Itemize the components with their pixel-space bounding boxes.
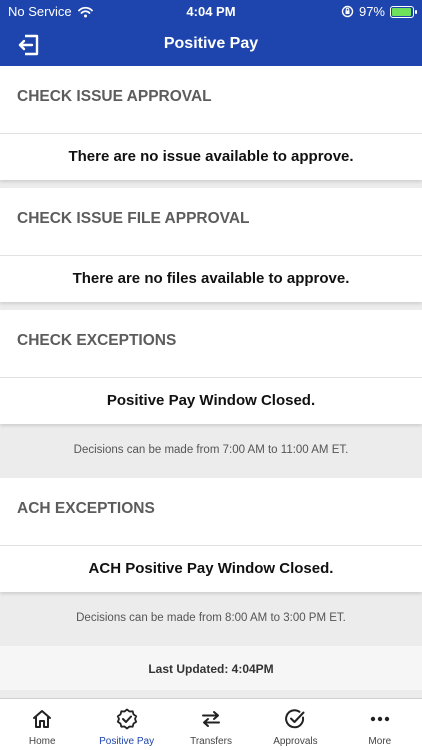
tab-approvals[interactable]: Approvals <box>253 699 337 750</box>
tab-positive-pay-label: Positive Pay <box>99 736 155 747</box>
tab-bar: Home Positive Pay Transfers Approvals Mo… <box>0 698 422 750</box>
home-icon <box>33 710 52 728</box>
battery-icon <box>390 5 417 18</box>
last-updated: Last Updated: 4:04PM <box>0 646 422 690</box>
main-content: CHECK ISSUE APPROVAL There are no issue … <box>0 66 422 690</box>
nav-bar: Positive Pay <box>0 28 422 62</box>
section-header-ach-exceptions: ACH EXCEPTIONS <box>0 478 422 546</box>
tab-home[interactable]: Home <box>0 699 84 750</box>
battery-percent: 97% <box>358 4 385 19</box>
section-header-check-issue-file: CHECK ISSUE FILE APPROVAL <box>0 188 422 256</box>
tab-positive-pay[interactable]: Positive Pay <box>84 699 168 750</box>
status-bar: No Service 4:04 PM 97% <box>0 0 422 24</box>
section-message-check-issue-file: There are no files available to approve. <box>0 256 422 302</box>
tab-more-label: More <box>368 736 392 747</box>
section-header-check-exceptions: CHECK EXCEPTIONS <box>0 310 422 378</box>
section-message-check-issue: There are no issue available to approve. <box>0 134 422 180</box>
battery-fill <box>392 7 412 16</box>
check-circle-icon <box>285 709 305 729</box>
status-right: 97% <box>341 4 417 19</box>
badge-check-icon <box>116 708 137 730</box>
section-message-ach-exceptions: ACH Positive Pay Window Closed. <box>0 546 422 592</box>
header-bar: No Service 4:04 PM 97% Positive Pay <box>0 0 422 66</box>
tab-transfers[interactable]: Transfers <box>169 699 253 750</box>
page-title: Positive Pay <box>163 35 259 52</box>
section-note-check-exceptions: Decisions can be made from 7:00 AM to 11… <box>73 444 349 456</box>
tab-transfers-label: Transfers <box>190 736 232 747</box>
section-header-check-issue: CHECK ISSUE APPROVAL <box>0 66 422 134</box>
tab-approvals-label: Approvals <box>273 736 318 747</box>
section-message-check-exceptions: Positive Pay Window Closed. <box>0 378 422 424</box>
more-dots-icon <box>370 716 390 722</box>
orientation-lock-icon <box>341 5 354 18</box>
tab-more[interactable]: More <box>338 699 422 750</box>
section-note-ach-exceptions: Decisions can be made from 8:00 AM to 3:… <box>76 612 346 624</box>
tab-home-label: Home <box>28 736 56 747</box>
transfer-arrows-icon <box>202 711 221 727</box>
